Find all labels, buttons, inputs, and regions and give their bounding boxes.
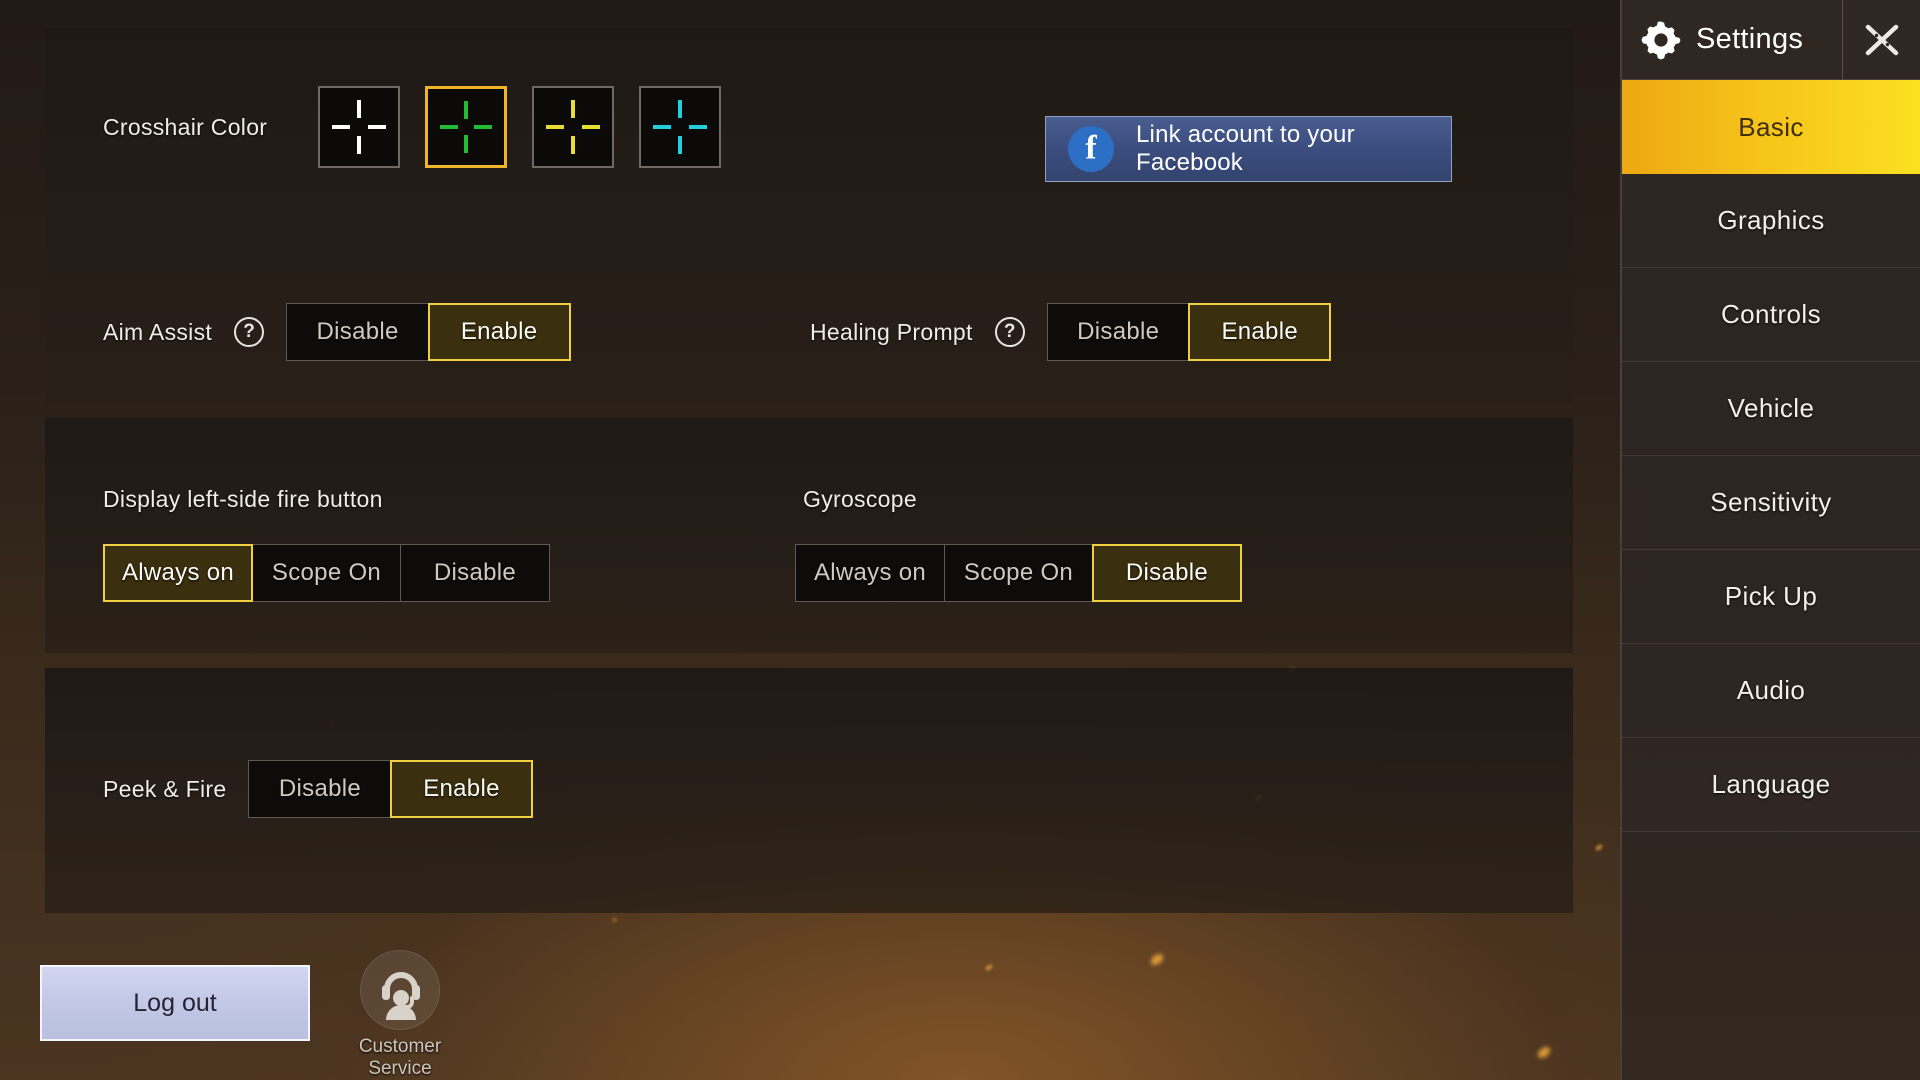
peek-fire-row: Peek & Fire Disable Enable bbox=[103, 760, 533, 818]
sidebar-item-label: Vehicle bbox=[1727, 393, 1815, 423]
crosshair-color-label: Crosshair Color bbox=[103, 113, 268, 140]
crosshair-swatch-white[interactable] bbox=[318, 86, 400, 168]
healing-prompt-option-disable[interactable]: Disable bbox=[1046, 303, 1190, 361]
headset-support-icon bbox=[360, 950, 440, 1030]
sidebar-item-controls[interactable]: Controls bbox=[1622, 268, 1920, 362]
healing-prompt-label: Healing Prompt bbox=[810, 318, 973, 345]
aim-assist-row: Aim Assist ? Disable Enable bbox=[103, 303, 571, 361]
aim-assist-help-icon[interactable]: ? bbox=[234, 317, 265, 347]
fire-button-option-always-on[interactable]: Always on bbox=[103, 544, 253, 602]
link-facebook-button[interactable]: Link account to your Facebook bbox=[1045, 116, 1452, 182]
close-x-icon[interactable] bbox=[1842, 0, 1920, 80]
sidebar-item-label: Pick Up bbox=[1724, 581, 1818, 611]
link-facebook-label: Link account to your Facebook bbox=[1136, 121, 1355, 176]
aim-assist-option-disable[interactable]: Disable bbox=[286, 303, 430, 361]
aim-assist-label: Aim Assist bbox=[103, 318, 213, 345]
sidebar-item-basic[interactable]: Basic bbox=[1622, 80, 1920, 174]
peek-fire-label: Peek & Fire bbox=[103, 775, 227, 802]
crosshair-swatch-green[interactable] bbox=[425, 86, 507, 168]
sidebar-item-graphics[interactable]: Graphics bbox=[1622, 174, 1920, 268]
peek-fire-option-enable[interactable]: Enable bbox=[389, 760, 533, 818]
crosshair-swatch-cyan[interactable] bbox=[639, 86, 721, 168]
sidebar-header: Settings bbox=[1622, 0, 1920, 80]
sidebar-item-pickup[interactable]: Pick Up bbox=[1622, 550, 1920, 644]
aim-assist-toggle-group: Disable Enable bbox=[286, 303, 571, 361]
sidebar-item-label: Sensitivity bbox=[1710, 487, 1832, 517]
customer-service-button[interactable]: Customer Service bbox=[335, 950, 465, 1080]
gear-icon bbox=[1640, 19, 1682, 61]
settings-sidebar: Settings Basic Graphics Controls Vehicle… bbox=[1620, 0, 1920, 1080]
panel-peek-fire: Peek & Fire Disable Enable bbox=[45, 668, 1573, 913]
gyroscope-option-scope-on[interactable]: Scope On bbox=[943, 544, 1094, 602]
panel-fire-gyro: Display left-side fire button Gyroscope … bbox=[45, 418, 1573, 653]
settings-screen: Crosshair Color f Link account to your F… bbox=[0, 0, 1920, 1080]
healing-prompt-option-enable[interactable]: Enable bbox=[1188, 303, 1332, 361]
sidebar-item-label: Graphics bbox=[1717, 205, 1825, 235]
fire-button-label: Display left-side fire button bbox=[103, 486, 383, 512]
fire-button-option-disable[interactable]: Disable bbox=[400, 544, 550, 602]
sidebar-item-label: Audio bbox=[1736, 675, 1806, 705]
aim-assist-option-enable[interactable]: Enable bbox=[427, 303, 571, 361]
sidebar-item-vehicle[interactable]: Vehicle bbox=[1622, 362, 1920, 456]
fire-button-toggle-group: Always on Scope On Disable bbox=[103, 544, 550, 602]
panel-crosshair-aim: Crosshair Color f Link account to your F… bbox=[45, 28, 1573, 403]
logout-label: Log out bbox=[133, 988, 217, 1017]
crosshair-color-row: Crosshair Color bbox=[103, 86, 746, 168]
gyroscope-toggle-group: Always on Scope On Disable bbox=[795, 544, 1242, 602]
gyroscope-option-always-on[interactable]: Always on bbox=[795, 544, 945, 602]
sidebar-item-audio[interactable]: Audio bbox=[1622, 644, 1920, 738]
sidebar-item-language[interactable]: Language bbox=[1622, 738, 1920, 832]
peek-fire-option-disable[interactable]: Disable bbox=[248, 760, 392, 818]
healing-prompt-help-icon[interactable]: ? bbox=[994, 317, 1025, 347]
gyroscope-label: Gyroscope bbox=[803, 486, 917, 512]
sidebar-item-sensitivity[interactable]: Sensitivity bbox=[1622, 456, 1920, 550]
settings-content: Crosshair Color f Link account to your F… bbox=[0, 0, 1620, 1080]
facebook-icon bbox=[1068, 126, 1114, 172]
crosshair-swatch-yellow[interactable] bbox=[532, 86, 614, 168]
healing-prompt-toggle-group: Disable Enable bbox=[1046, 303, 1332, 361]
logout-button[interactable]: Log out bbox=[40, 965, 310, 1041]
sidebar-item-label: Basic bbox=[1738, 111, 1804, 142]
healing-prompt-row: Healing Prompt ? Disable Enable bbox=[810, 303, 1332, 361]
peek-fire-toggle-group: Disable Enable bbox=[248, 760, 533, 818]
sidebar-item-label: Controls bbox=[1720, 299, 1821, 329]
sidebar-item-label: Language bbox=[1711, 769, 1831, 799]
sidebar-title: Settings bbox=[1696, 23, 1804, 55]
gyroscope-option-disable[interactable]: Disable bbox=[1092, 544, 1242, 602]
customer-service-label: Customer Service bbox=[358, 1036, 442, 1079]
fire-button-option-scope-on[interactable]: Scope On bbox=[251, 544, 402, 602]
